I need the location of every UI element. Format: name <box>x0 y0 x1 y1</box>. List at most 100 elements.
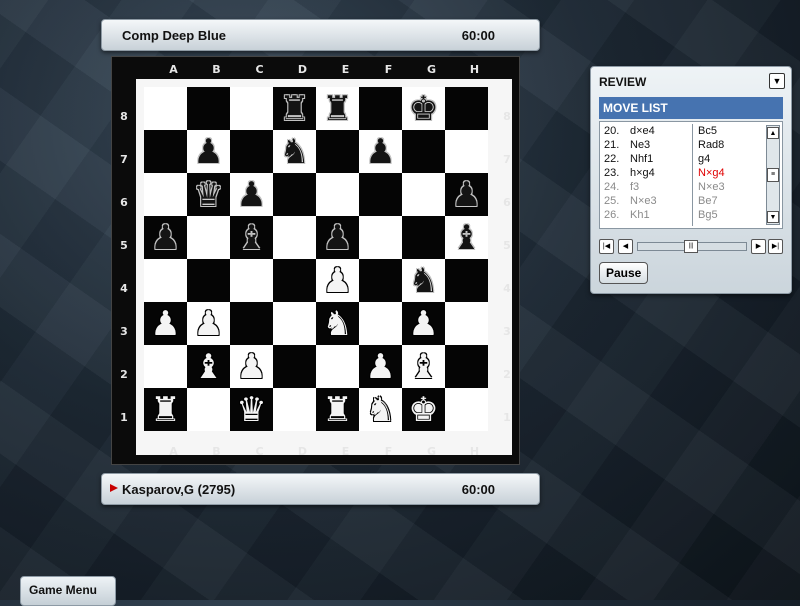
square-h1[interactable] <box>445 388 488 431</box>
square-d7[interactable]: ♞ <box>273 130 316 173</box>
black-pawn-icon[interactable]: ♟ <box>193 135 223 169</box>
move-row[interactable]: 20. d×e4 Bc5 <box>600 125 770 138</box>
black-bishop-icon[interactable]: ♝ <box>236 221 266 255</box>
square-c8[interactable] <box>230 87 273 130</box>
scroll-up-icon[interactable]: ▲ <box>767 127 779 139</box>
white-move[interactable]: Ne3 <box>630 139 650 151</box>
black-bishop-icon[interactable]: ♝ <box>451 221 481 255</box>
square-b1[interactable] <box>187 388 230 431</box>
black-pawn-icon[interactable]: ♟ <box>451 178 481 212</box>
white-pawn-icon[interactable]: ♟ <box>408 307 438 341</box>
white-pawn-icon[interactable]: ♟ <box>322 264 352 298</box>
square-c4[interactable] <box>230 259 273 302</box>
square-h4[interactable] <box>445 259 488 302</box>
white-pawn-icon[interactable]: ♟ <box>193 307 223 341</box>
square-g1[interactable]: ♚ <box>402 388 445 431</box>
square-h7[interactable] <box>445 130 488 173</box>
black-move[interactable]: Bg5 <box>698 209 718 221</box>
square-d1[interactable] <box>273 388 316 431</box>
black-queen-icon[interactable]: ♛ <box>193 178 223 212</box>
square-f2[interactable]: ♟ <box>359 345 402 388</box>
square-c6[interactable]: ♟ <box>230 173 273 216</box>
white-move[interactable]: d×e4 <box>630 125 655 137</box>
square-g2[interactable]: ♝ <box>402 345 445 388</box>
review-dropdown-button[interactable]: ▼ <box>769 73 785 89</box>
last-move-icon[interactable]: ▶| <box>768 239 783 254</box>
square-b4[interactable] <box>187 259 230 302</box>
square-a1[interactable]: ♜ <box>144 388 187 431</box>
black-king-icon[interactable]: ♚ <box>408 92 438 126</box>
square-f8[interactable] <box>359 87 402 130</box>
first-move-icon[interactable]: |◀ <box>599 239 614 254</box>
square-g5[interactable] <box>402 216 445 259</box>
move-row[interactable]: 25. N×e3 Be7 <box>600 195 770 208</box>
white-bishop-icon[interactable]: ♝ <box>193 350 223 384</box>
square-a4[interactable] <box>144 259 187 302</box>
square-a5[interactable]: ♟ <box>144 216 187 259</box>
square-e5[interactable]: ♟ <box>316 216 359 259</box>
move-slider-thumb[interactable]: ||| <box>684 240 698 253</box>
square-h6[interactable]: ♟ <box>445 173 488 216</box>
square-b5[interactable] <box>187 216 230 259</box>
square-a8[interactable] <box>144 87 187 130</box>
square-f7[interactable]: ♟ <box>359 130 402 173</box>
square-b3[interactable]: ♟ <box>187 302 230 345</box>
square-e1[interactable]: ♜ <box>316 388 359 431</box>
square-e3[interactable]: ♞ <box>316 302 359 345</box>
white-queen-icon[interactable]: ♛ <box>236 393 266 427</box>
square-d6[interactable] <box>273 173 316 216</box>
move-list-scrollbar[interactable]: ▲ ≡ ▼ <box>766 125 780 225</box>
black-move[interactable]: N×g4 <box>698 167 725 179</box>
square-g4[interactable]: ♞ <box>402 259 445 302</box>
white-rook-icon[interactable]: ♜ <box>322 393 352 427</box>
move-list[interactable]: 20. d×e4 Bc5 21. Ne3 Rad8 22. Nhf1 g4 23. h×g4 N×g4… <box>599 121 783 229</box>
scroll-down-icon[interactable]: ▼ <box>767 211 779 223</box>
square-g8[interactable]: ♚ <box>402 87 445 130</box>
white-rook-icon[interactable]: ♜ <box>150 393 180 427</box>
scroll-thumb[interactable]: ≡ <box>767 168 779 182</box>
square-f6[interactable] <box>359 173 402 216</box>
white-move[interactable]: N×e3 <box>630 195 657 207</box>
white-move[interactable]: Nhf1 <box>630 153 653 165</box>
white-king-icon[interactable]: ♚ <box>408 393 438 427</box>
square-h5[interactable]: ♝ <box>445 216 488 259</box>
game-menu-button[interactable]: Game Menu <box>20 576 116 606</box>
black-knight-icon[interactable]: ♞ <box>279 135 309 169</box>
black-knight-icon[interactable]: ♞ <box>408 264 438 298</box>
white-knight-icon[interactable]: ♞ <box>322 307 352 341</box>
square-d8[interactable]: ♜ <box>273 87 316 130</box>
square-g3[interactable]: ♟ <box>402 302 445 345</box>
square-d4[interactable] <box>273 259 316 302</box>
move-row[interactable]: 21. Ne3 Rad8 <box>600 139 770 152</box>
black-move[interactable]: Be7 <box>698 195 718 207</box>
square-a6[interactable] <box>144 173 187 216</box>
square-c2[interactable]: ♟ <box>230 345 273 388</box>
black-pawn-icon[interactable]: ♟ <box>150 221 180 255</box>
square-b2[interactable]: ♝ <box>187 345 230 388</box>
square-d2[interactable] <box>273 345 316 388</box>
square-a7[interactable] <box>144 130 187 173</box>
previous-move-icon[interactable]: ◀ <box>618 239 633 254</box>
square-g6[interactable] <box>402 173 445 216</box>
black-move[interactable]: Rad8 <box>698 139 724 151</box>
move-row[interactable]: 26. Kh1 Bg5 <box>600 209 770 222</box>
square-e6[interactable] <box>316 173 359 216</box>
square-f3[interactable] <box>359 302 402 345</box>
square-c3[interactable] <box>230 302 273 345</box>
black-move[interactable]: Bc5 <box>698 125 717 137</box>
square-d5[interactable] <box>273 216 316 259</box>
square-c5[interactable]: ♝ <box>230 216 273 259</box>
square-e8[interactable]: ♜ <box>316 87 359 130</box>
move-row[interactable]: 23. h×g4 N×g4 <box>600 167 770 180</box>
square-e4[interactable]: ♟ <box>316 259 359 302</box>
white-pawn-icon[interactable]: ♟ <box>365 350 395 384</box>
black-move[interactable]: N×e3 <box>698 181 725 193</box>
square-b6[interactable]: ♛ <box>187 173 230 216</box>
move-row[interactable]: 22. Nhf1 g4 <box>600 153 770 166</box>
square-h8[interactable] <box>445 87 488 130</box>
square-g7[interactable] <box>402 130 445 173</box>
white-pawn-icon[interactable]: ♟ <box>236 350 266 384</box>
white-move[interactable]: h×g4 <box>630 167 655 179</box>
move-row[interactable]: 24. f3 N×e3 <box>600 181 770 194</box>
black-pawn-icon[interactable]: ♟ <box>365 135 395 169</box>
